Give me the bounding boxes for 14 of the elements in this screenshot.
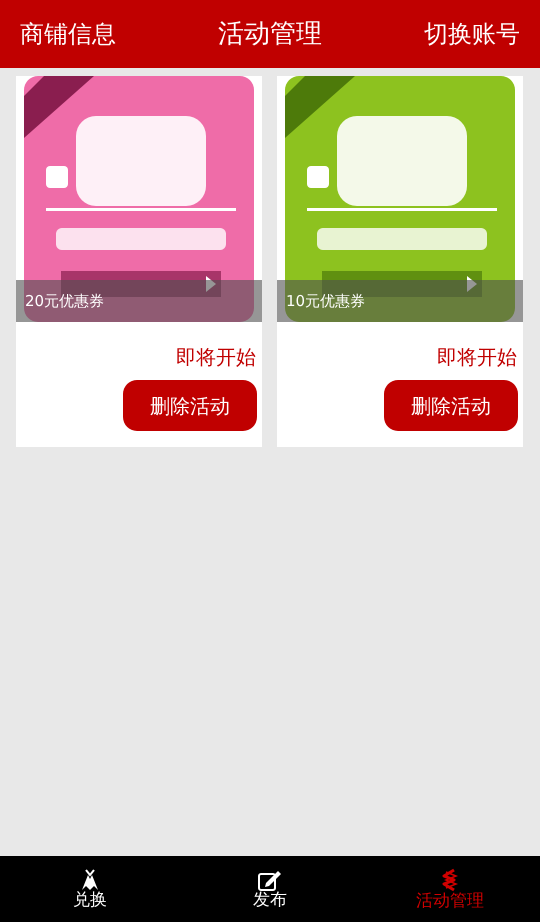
nav-tab[interactable]: 活动管理 bbox=[360, 856, 540, 922]
coupon-caption: 20元优惠券 bbox=[16, 280, 262, 322]
nav-tab[interactable]: 发布 bbox=[180, 856, 360, 922]
edit-icon bbox=[258, 868, 282, 891]
activity-status: 即将开始 bbox=[436, 344, 518, 371]
delete-button[interactable]: 删除活动 bbox=[123, 380, 257, 431]
swirl-icon bbox=[440, 868, 460, 892]
page-title: 活动管理 bbox=[218, 18, 322, 50]
delete-button[interactable]: 删除活动 bbox=[384, 380, 518, 431]
nav-tab[interactable]: 兑换 bbox=[0, 856, 180, 922]
activity-status: 即将开始 bbox=[175, 344, 257, 371]
coupon-caption: 10元优惠券 bbox=[277, 280, 523, 322]
header-link[interactable]: 商铺信息 bbox=[20, 16, 116, 52]
header-link[interactable]: 切换账号 bbox=[424, 16, 520, 52]
